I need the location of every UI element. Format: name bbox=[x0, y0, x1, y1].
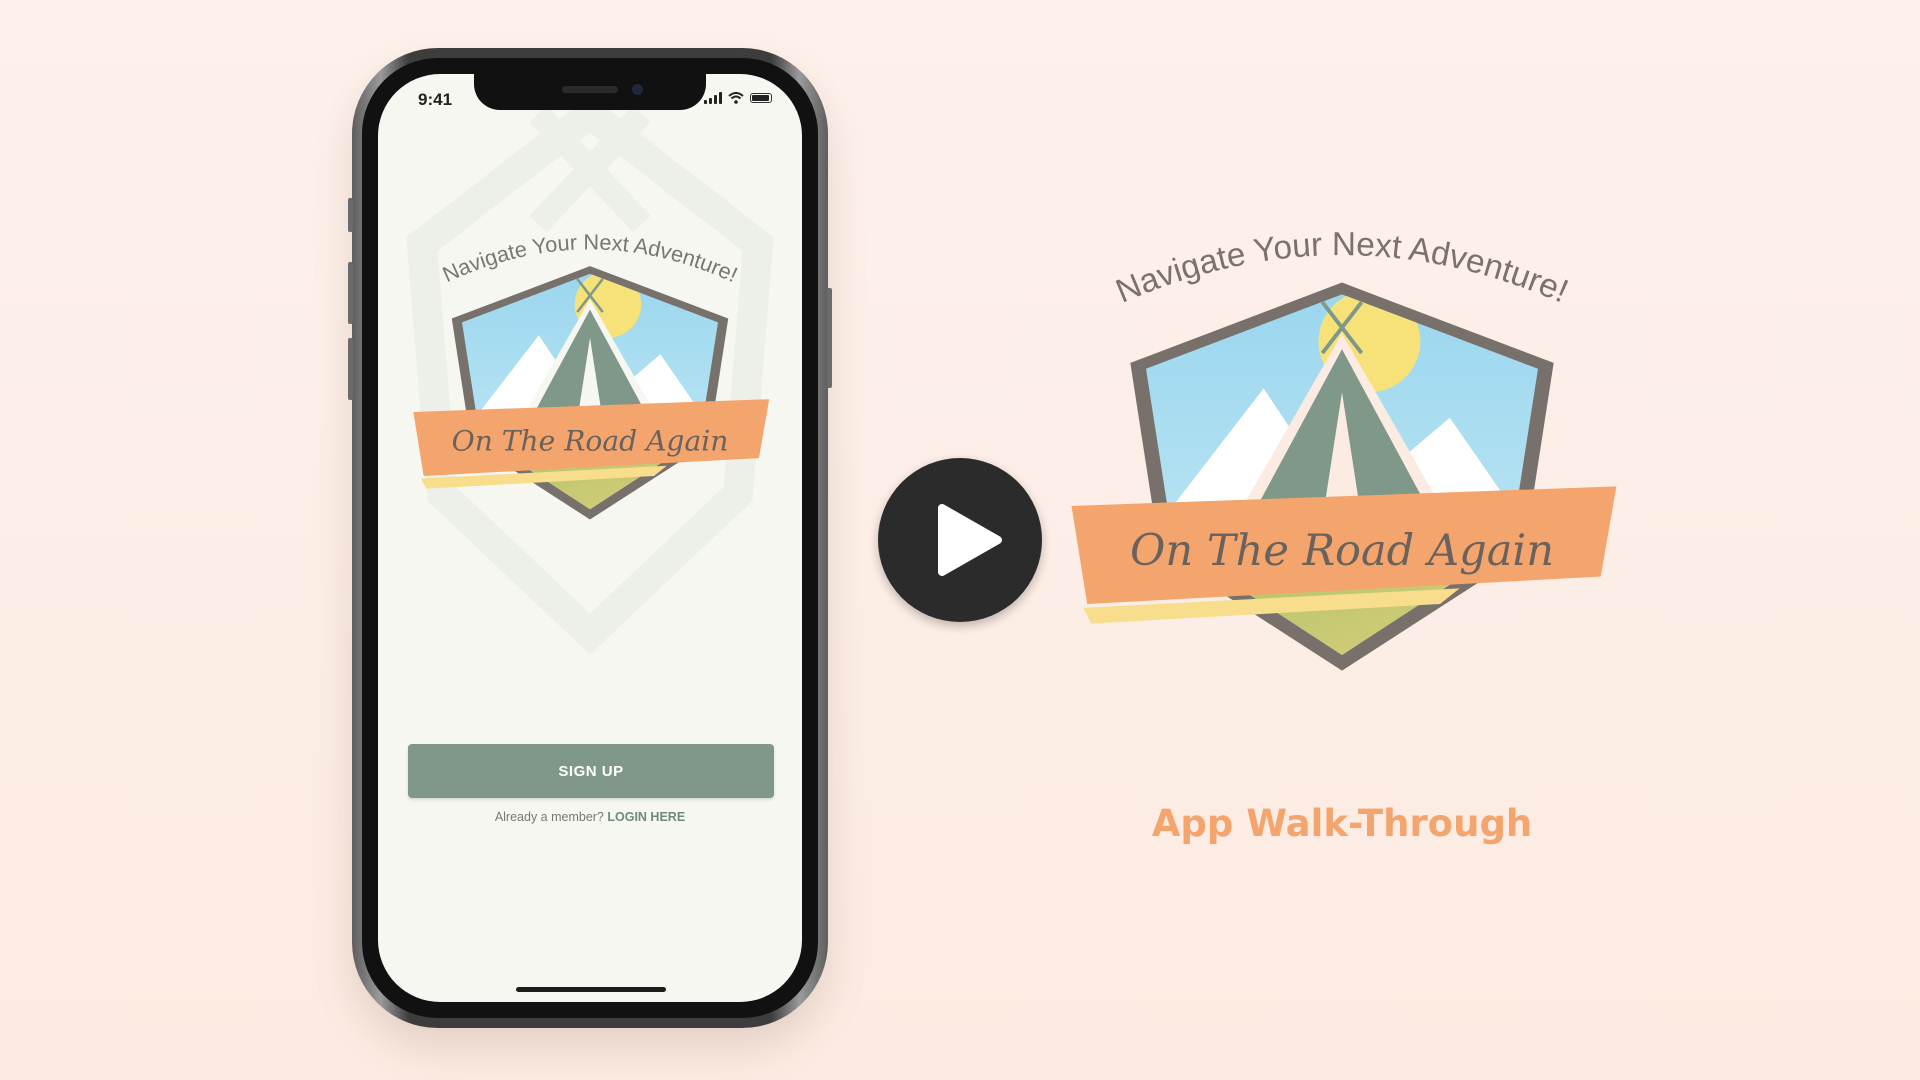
status-icons bbox=[704, 92, 772, 104]
phone-silent-switch bbox=[348, 198, 353, 232]
battery-icon bbox=[750, 93, 772, 103]
logo-brand-name: On The Road Again bbox=[452, 424, 729, 457]
home-indicator[interactable] bbox=[516, 987, 666, 992]
login-here-link[interactable]: LOGIN HERE bbox=[607, 810, 685, 824]
wifi-icon bbox=[728, 92, 744, 104]
status-time: 9:41 bbox=[418, 90, 453, 109]
video-title: App Walk-Through bbox=[1151, 802, 1533, 845]
large-logo-badge: Navigate Your Next Adventure! On The Roa… bbox=[1071, 226, 1617, 671]
play-video-button[interactable] bbox=[878, 458, 1042, 622]
phone-power-button bbox=[827, 288, 832, 388]
phone-volume-down-button bbox=[348, 338, 353, 400]
front-camera bbox=[632, 84, 643, 95]
background-watermark bbox=[406, 95, 774, 655]
phone-mockup: 9:41 Navigate Your Next Adventure! On Th… bbox=[348, 48, 832, 1028]
cellular-signal-icon bbox=[704, 92, 722, 104]
login-prompt-line: Already a member? LOGIN HERE bbox=[378, 810, 802, 824]
login-prompt-text: Already a member? bbox=[494, 810, 604, 824]
phone-volume-up-button bbox=[348, 262, 353, 324]
play-icon bbox=[938, 504, 1002, 576]
sign-up-button[interactable]: SIGN UP bbox=[408, 744, 774, 798]
large-logo-brand-name: On The Road Again bbox=[1130, 526, 1554, 576]
earpiece-speaker bbox=[562, 86, 618, 93]
phone-notch bbox=[474, 74, 706, 110]
phone-screen: 9:41 Navigate Your Next Adventure! On Th… bbox=[378, 74, 802, 1002]
app-logo-badge: Navigate Your Next Adventure! On The Roa… bbox=[413, 229, 770, 520]
